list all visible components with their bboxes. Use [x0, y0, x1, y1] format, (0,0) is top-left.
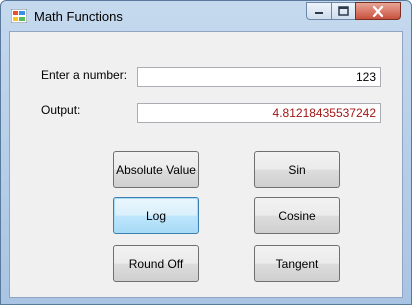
absolute-value-button[interactable]: Absolute Value — [113, 151, 199, 188]
form-client-area: Enter a number: 123 Output: 4.8121843553… — [9, 31, 403, 298]
input-label: Enter a number: — [41, 68, 128, 82]
minimize-icon — [315, 12, 323, 14]
sin-button[interactable]: Sin — [254, 151, 340, 188]
app-icon — [11, 9, 27, 23]
tangent-button[interactable]: Tangent — [254, 245, 340, 282]
output-label: Output: — [41, 103, 81, 117]
round-off-button[interactable]: Round Off — [113, 245, 199, 282]
output-field[interactable]: 4.81218435537242 — [137, 103, 381, 123]
title-bar[interactable]: Math Functions — [1, 1, 411, 31]
maximize-button[interactable] — [331, 2, 356, 20]
minimize-button[interactable] — [306, 2, 332, 20]
cosine-button[interactable]: Cosine — [254, 197, 340, 234]
number-input[interactable]: 123 — [137, 67, 381, 87]
log-button[interactable]: Log — [113, 197, 199, 234]
close-icon — [372, 5, 384, 17]
close-button[interactable] — [355, 2, 401, 20]
window-title: Math Functions — [34, 9, 123, 24]
maximize-icon — [338, 6, 349, 16]
app-window: Math Functions Enter a number: 123 Outpu… — [0, 0, 412, 305]
